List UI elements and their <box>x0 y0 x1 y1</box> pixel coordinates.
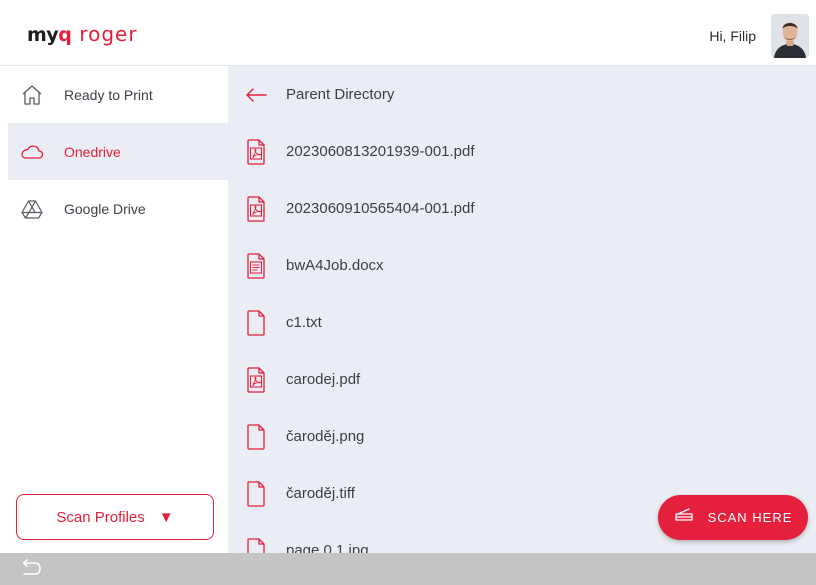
blank-file-icon <box>242 480 270 508</box>
cloud-icon <box>20 140 44 164</box>
google-drive-icon <box>20 197 44 221</box>
file-row[interactable]: c1.txt <box>228 294 816 351</box>
scan-here-label: SCAN HERE <box>707 510 793 525</box>
file-row[interactable]: čaroděj.png <box>228 408 816 465</box>
back-arrow-icon <box>242 81 270 109</box>
scan-profiles-button[interactable]: Scan Profiles ▼ <box>16 494 214 540</box>
pdf-file-icon <box>242 138 270 166</box>
parent-directory-row[interactable]: Parent Directory <box>228 66 816 123</box>
file-name: carodej.pdf <box>286 371 361 388</box>
sidebar-item-onedrive[interactable]: Onedrive <box>8 123 228 180</box>
file-name: 2023060910565404-001.pdf <box>286 200 475 217</box>
scan-here-button[interactable]: SCAN HERE <box>658 495 808 540</box>
file-row[interactable]: carodej.pdf <box>228 351 816 408</box>
sidebar-item-label: Google Drive <box>64 200 146 217</box>
parent-directory-label: Parent Directory <box>286 86 395 103</box>
blank-file-icon <box>242 309 270 337</box>
sidebar-item-label: Ready to Print <box>64 86 153 103</box>
system-back-button[interactable] <box>20 559 44 579</box>
sidebar: Ready to Print Onedrive Google Drive Sca… <box>0 66 228 553</box>
avatar-photo-icon <box>771 14 809 58</box>
system-bar <box>0 553 816 585</box>
pdf-file-icon <box>242 366 270 394</box>
myq-roger-logo: myq roger <box>27 22 138 48</box>
header: myq roger Hi, Filip <box>0 0 816 66</box>
file-row[interactable]: 2023060910565404-001.pdf <box>228 180 816 237</box>
user-greeting: Hi, Filip <box>709 28 756 44</box>
file-row[interactable]: 2023060813201939-001.pdf <box>228 123 816 180</box>
logo-myq: myq <box>27 24 72 46</box>
file-name: 2023060813201939-001.pdf <box>286 143 475 160</box>
user-avatar[interactable] <box>771 14 809 58</box>
file-name: čaroděj.png <box>286 428 365 445</box>
file-row[interactable]: bwA4Job.docx <box>228 237 816 294</box>
sidebar-item-google-drive[interactable]: Google Drive <box>8 180 228 237</box>
blank-file-icon <box>242 537 270 553</box>
caret-down-icon: ▼ <box>158 508 174 526</box>
home-icon <box>20 83 44 107</box>
blank-file-icon <box>242 423 270 451</box>
sidebar-item-ready-to-print[interactable]: Ready to Print <box>8 66 228 123</box>
file-name: bwA4Job.docx <box>286 257 384 274</box>
scanner-icon <box>674 508 694 527</box>
logo-roger: roger <box>79 22 138 46</box>
file-name: c1.txt <box>286 314 322 331</box>
file-list: Parent Directory 2023060813201939-001.pd… <box>228 66 816 553</box>
file-name: čaroděj.tiff <box>286 485 355 502</box>
document-file-icon <box>242 252 270 280</box>
pdf-file-icon <box>242 195 270 223</box>
back-arrow-icon <box>22 559 41 575</box>
file-name: page.0.1.jpg <box>286 542 369 553</box>
sidebar-item-label: Onedrive <box>64 143 121 160</box>
scan-profiles-label: Scan Profiles <box>56 508 145 526</box>
